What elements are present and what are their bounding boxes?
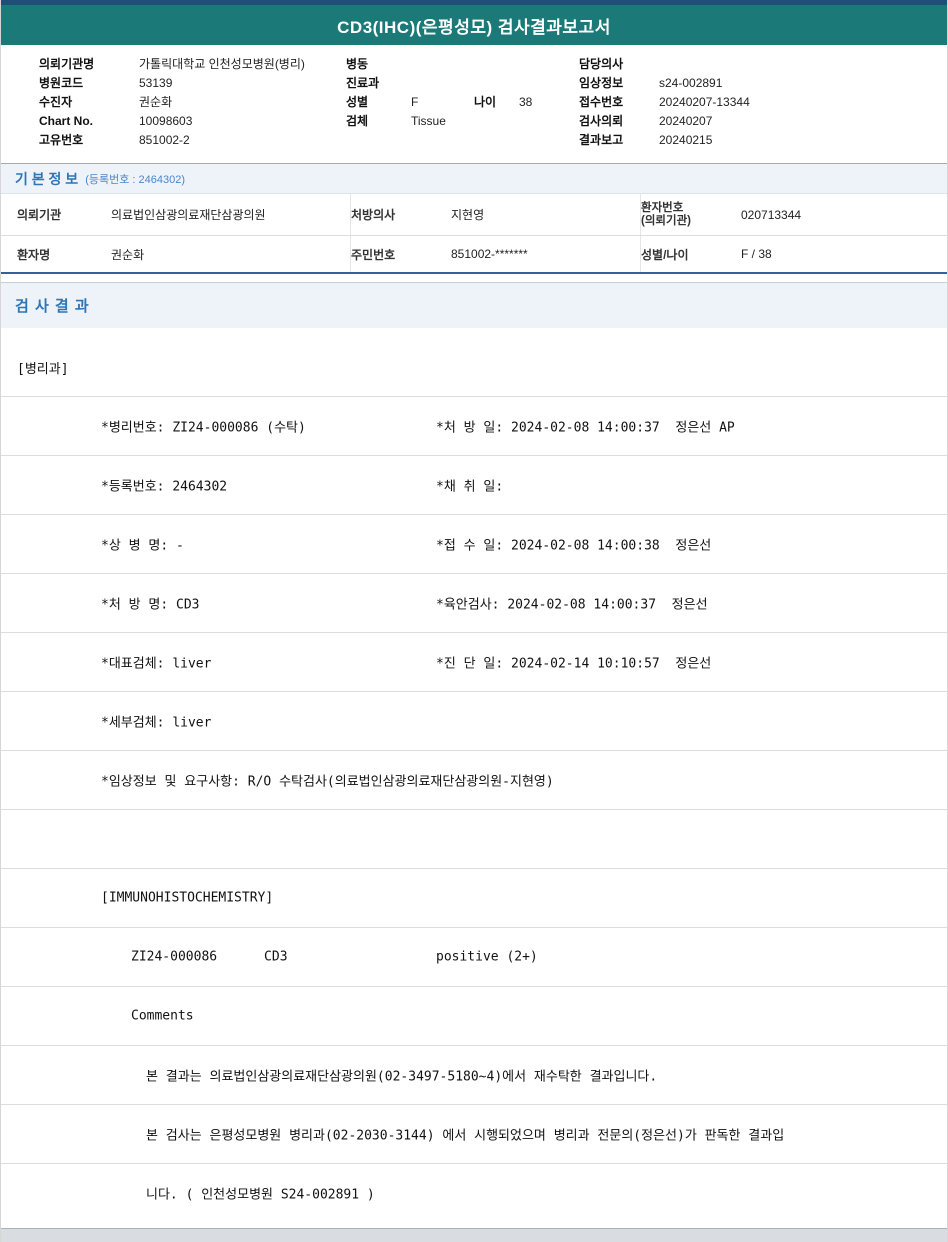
result-row: *상 병 명: - *접 수 일: 2024-02-08 14:00:38 정은선 [1,514,947,573]
cell-value: 의료법인삼광의료재단삼광의원 [111,194,351,235]
table-row: 환자명 권순화 주민번호 851002-******* 성별/나이 F / 38 [1,235,947,272]
field-value: s24-002891 [659,76,722,90]
result-row: ZI24-000086 CD3 positive (2+) [1,927,947,986]
result-row-left: 본 결과는 의료법인삼광의료재단삼광의원(02-3497-5180~4)에서 재… [146,1066,657,1085]
field-value: 851002-2 [139,133,190,147]
result-rows: *병리번호: ZI24-000086 (수탁) *처 방 일: 2024-02-0… [1,396,947,1222]
result-row-right: *육안검사: 2024-02-08 14:00:37 정은선 [436,594,708,613]
result-row: *대표검체: liver *진 단 일: 2024-02-14 10:10:57 … [1,632,947,691]
field-label: 나이 [474,93,519,112]
report-title-bar: CD3(IHC)(은평성모) 검사결과보고서 [1,5,947,45]
result-row: 니다. ( 인천성모병원 S24-002891 ) [1,1163,947,1222]
field-value: 10098603 [139,114,192,128]
result-row: *처 방 명: CD3 *육안검사: 2024-02-08 14:00:37 정은… [1,573,947,632]
basic-info-header: 기 본 정 보 (등록번호 : 2464302) [1,163,947,194]
result-row-right: *처 방 일: 2024-02-08 14:00:37 정은선 AP [436,417,735,436]
field-label: Chart No. [39,112,139,131]
result-row-left: *상 병 명: - [101,535,184,554]
cell-label: 처방의사 [351,206,451,223]
result-row-left: *등록번호: 2464302 [101,476,227,495]
basic-info-title: 기 본 정 보 [15,169,78,189]
cell-label: 주민번호 [351,246,451,263]
result-row-left: [IMMUNOHISTOCHEMISTRY] [101,891,273,906]
header-info: 의뢰기관명가톨릭대학교 인천성모병원(병리) 병원코드53139 수진자권순화 … [1,45,947,163]
result-row-left: 본 검사는 은평성모병원 병리과(02-2030-3144) 에서 시행되었으며… [146,1125,784,1144]
header-column-patient: 병동 진료과 성별F나이38 검체Tissue [346,55,532,131]
report-page: CD3(IHC)(은평성모) 검사결과보고서 의뢰기관명가톨릭대학교 인천성모병… [0,0,948,1242]
cell-label: 환자명 [17,246,111,263]
field-label: 임상정보 [579,74,659,93]
result-row: 본 검사는 은평성모병원 병리과(02-2030-3144) 에서 시행되었으며… [1,1104,947,1163]
field-value: 53139 [139,76,172,90]
field-label: 병동 [346,55,411,74]
field-label: 접수번호 [579,93,659,112]
result-row-right: *접 수 일: 2024-02-08 14:00:38 정은선 [436,535,711,554]
result-row [1,809,947,868]
field-label: 결과보고 [579,131,659,150]
result-row-left: *처 방 명: CD3 [101,594,200,613]
result-row: *등록번호: 2464302 *채 취 일: [1,455,947,514]
field-label: 병원코드 [39,74,139,93]
result-row-left: ZI24-000086 CD3 [131,950,288,965]
results-title: 검 사 결 과 [15,295,90,316]
table-row: 의뢰기관 의료법인삼광의료재단삼광의원 처방의사 지현영 환자번호 (의뢰기관)… [1,194,947,235]
result-row-left: 니다. ( 인천성모병원 S24-002891 ) [146,1184,375,1203]
field-label: 진료과 [346,74,411,93]
result-row-right: positive (2+) [436,950,538,965]
result-row-left: *세부검체: liver [101,712,211,731]
field-label: 성별 [346,93,411,112]
result-row: *병리번호: ZI24-000086 (수탁) *처 방 일: 2024-02-0… [1,396,947,455]
basic-info-registration-number: (등록번호 : 2464302) [85,171,185,187]
field-value: 20240207 [659,114,712,128]
cell-value: 020713344 [741,208,947,222]
report-title: CD3(IHC)(은평성모) 검사결과보고서 [337,13,611,38]
cell-label: 환자번호 (의뢰기관) [641,202,741,228]
department-label: [병리과] [17,358,69,377]
cell-label: 의뢰기관 [17,206,111,223]
result-row: 본 결과는 의료법인삼광의료재단삼광의원(02-3497-5180~4)에서 재… [1,1045,947,1104]
cell-label: 성별/나이 [641,246,741,263]
field-value: 가톨릭대학교 인천성모병원(병리) [139,57,305,71]
field-label: 의뢰기관명 [39,55,139,74]
field-label: 수진자 [39,93,139,112]
result-row: *세부검체: liver [1,691,947,750]
result-row: *임상정보 및 요구사항: R/O 수탁검사(의료법인삼광의료재단삼광의원-지현… [1,750,947,809]
result-row: Comments [1,986,947,1045]
result-row-left: *임상정보 및 요구사항: R/O 수탁검사(의료법인삼광의료재단삼광의원-지현… [101,771,554,790]
field-value: Tissue [411,114,446,128]
horizontal-scrollbar[interactable] [1,1228,947,1242]
cell-value: 지현영 [451,194,641,235]
cell-value: 권순화 [111,236,351,272]
field-label: 검사의뢰 [579,112,659,131]
field-value: 38 [519,95,532,109]
result-row-left: *대표검체: liver [101,653,211,672]
field-label: 고유번호 [39,131,139,150]
field-label: 담당의사 [579,55,659,74]
result-row-right: *채 취 일: [436,476,503,495]
cell-label-line1: 환자번호 [641,202,683,214]
cell-value: 851002-******* [451,236,641,272]
cell-label-line2: (의뢰기관) [641,215,691,227]
result-row-left: Comments [131,1009,194,1024]
results-header: 검 사 결 과 [1,282,947,328]
field-value: F [411,93,474,112]
result-row-left: *병리번호: ZI24-000086 (수탁) [101,417,306,436]
result-row-right: *진 단 일: 2024-02-14 10:10:57 정은선 [436,653,711,672]
header-column-admin: 담당의사 임상정보s24-002891 접수번호20240207-13344 검… [579,55,750,150]
department-area: [병리과] [1,328,947,396]
cell-value: F / 38 [741,247,947,261]
field-value: 20240207-13344 [659,95,750,109]
field-value: 20240215 [659,133,712,147]
header-column-requester: 의뢰기관명가톨릭대학교 인천성모병원(병리) 병원코드53139 수진자권순화 … [39,55,305,150]
basic-info-table: 의뢰기관 의료법인삼광의료재단삼광의원 처방의사 지현영 환자번호 (의뢰기관)… [1,194,947,274]
field-label: 검체 [346,112,411,131]
result-row: [IMMUNOHISTOCHEMISTRY] [1,868,947,927]
field-value: 권순화 [139,95,172,109]
